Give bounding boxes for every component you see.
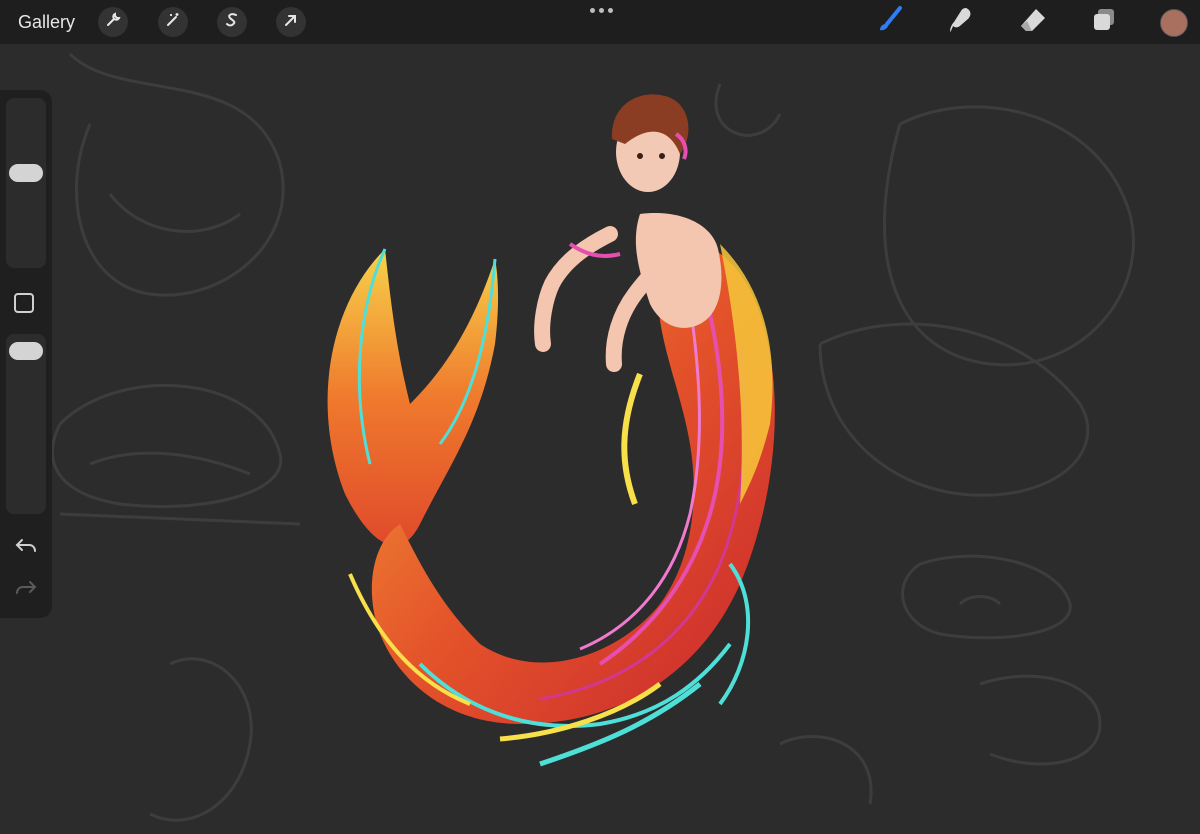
layers-button[interactable]: [1087, 6, 1121, 38]
arrow-cursor-icon: [283, 12, 299, 33]
gallery-button[interactable]: Gallery: [18, 12, 75, 33]
redo-button[interactable]: [12, 578, 40, 602]
undo-arrow-icon: [14, 536, 38, 561]
brush-tool-button[interactable]: [872, 5, 906, 40]
color-picker-button[interactable]: [1160, 9, 1188, 37]
magic-wand-icon: [165, 12, 181, 33]
modify-square-icon[interactable]: [14, 293, 34, 313]
smudge-finger-icon: [946, 5, 976, 40]
brush-icon: [874, 5, 904, 40]
selection-s-icon: [224, 12, 240, 33]
opacity-slider[interactable]: [6, 334, 46, 514]
left-sidebar: [0, 90, 52, 618]
smudge-tool-button[interactable]: [944, 6, 978, 38]
actions-button[interactable]: [98, 7, 128, 37]
brush-size-slider[interactable]: [6, 98, 46, 268]
eraser-icon: [1018, 5, 1048, 40]
opacity-knob[interactable]: [9, 342, 43, 360]
undo-button[interactable]: [12, 536, 40, 560]
canvas-artwork: [51, 52, 1135, 822]
selection-button[interactable]: [217, 7, 247, 37]
redo-arrow-icon: [14, 578, 38, 603]
drawing-canvas[interactable]: [0, 44, 1200, 834]
layers-icon: [1089, 5, 1119, 40]
wrench-icon: [105, 11, 121, 33]
transform-button[interactable]: [276, 7, 306, 37]
more-dots-icon[interactable]: [589, 8, 613, 16]
top-toolbar: Gallery: [0, 0, 1200, 44]
eraser-tool-button[interactable]: [1016, 6, 1050, 38]
adjustments-button[interactable]: [158, 7, 188, 37]
brush-size-knob[interactable]: [9, 164, 43, 182]
